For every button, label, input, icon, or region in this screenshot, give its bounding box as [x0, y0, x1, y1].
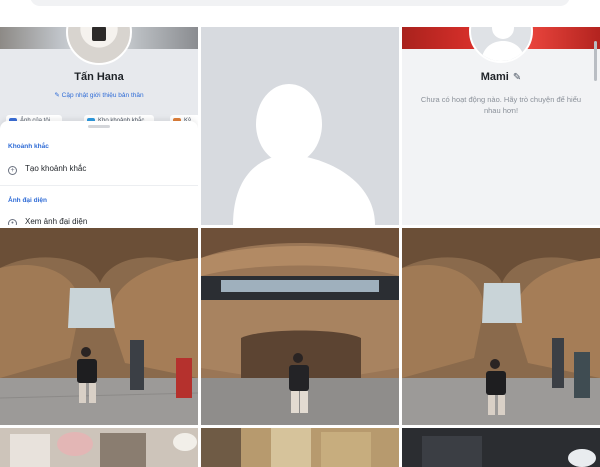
sheet-handle[interactable]: [88, 125, 110, 128]
top-search-bar-area: [0, 0, 600, 27]
photo-thumbnail: [201, 428, 399, 467]
grid-item-photo[interactable]: [201, 428, 399, 467]
photo-thumbnail: [201, 228, 399, 425]
section-avatar-label: Ảnh đại diện: [8, 197, 47, 204]
empty-activity-message: Chưa có hoạt động nào. Hãy trò chuyện để…: [420, 95, 582, 115]
grid-item-photo[interactable]: [201, 228, 399, 425]
grid-item-photo[interactable]: [0, 428, 198, 467]
avatar: [66, 27, 132, 65]
grid-item-photo[interactable]: [402, 228, 600, 425]
create-moment-item[interactable]: + Tạo khoảnh khắc: [8, 164, 86, 175]
view-avatar-item[interactable]: • Xem ảnh đại diện: [8, 217, 87, 225]
grid-item-profile-screenshot[interactable]: Tấn Hana ✎ Cập nhật giới thiệu bản thân …: [0, 27, 198, 225]
image-grid: Tấn Hana ✎ Cập nhật giới thiệu bản thân …: [0, 27, 600, 467]
edit-pencil-icon[interactable]: ✎: [513, 72, 521, 83]
photo-thumbnail: [402, 228, 600, 425]
photo-thumbnail: [0, 428, 198, 467]
profile-name: Tấn Hana: [74, 71, 124, 83]
default-user-icon: [481, 27, 525, 61]
view-avatar-label: Xem ảnh đại diện: [25, 217, 88, 225]
bottom-sheet: Khoảnh khắc + Tạo khoảnh khắc Ảnh đại diệ…: [0, 121, 198, 225]
grid-item-photo[interactable]: [0, 228, 198, 425]
section-moments-label: Khoảnh khắc: [8, 143, 49, 150]
grid-item-empty-profile[interactable]: Mami ✎ Chưa có hoạt động nào. Hãy trò chu…: [402, 27, 600, 225]
grid-item-photo[interactable]: [402, 428, 600, 467]
default-user-icon: [201, 27, 399, 225]
photo-thumbnail: [402, 428, 600, 467]
divider: [0, 185, 198, 186]
plus-circle-icon: +: [8, 166, 17, 175]
photo-thumbnail: [0, 228, 198, 425]
avatar: [469, 27, 533, 63]
scrollbar[interactable]: [594, 41, 597, 81]
update-intro-link[interactable]: ✎ Cập nhật giới thiệu bản thân: [0, 91, 198, 99]
create-moment-label: Tạo khoảnh khắc: [25, 164, 87, 173]
eye-icon: •: [8, 219, 17, 225]
update-intro-label: Cập nhật giới thiệu bản thân: [61, 92, 144, 99]
search-bar[interactable]: [30, 0, 570, 6]
profile-name: Mami ✎: [480, 71, 522, 83]
grid-item-default-avatar[interactable]: [201, 27, 399, 225]
